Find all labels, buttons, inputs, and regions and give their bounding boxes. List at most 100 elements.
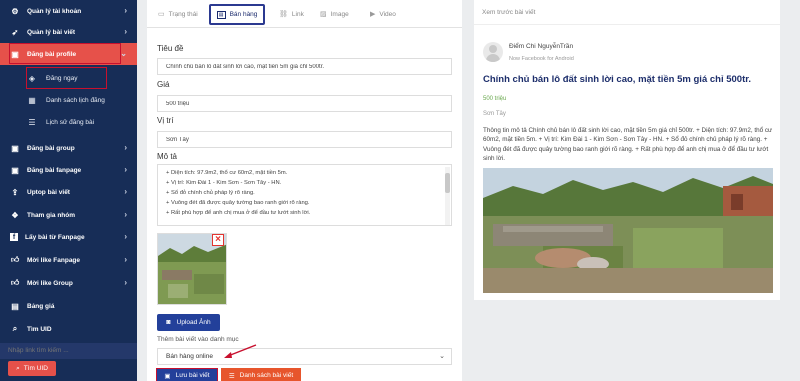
description-line: + Vuông đét đã được quây tường bao ranh … <box>166 200 310 206</box>
chevron-right-icon: › <box>124 6 127 15</box>
sidebar-item-uptop[interactable]: ⇪ Uptop bài viết › <box>0 181 137 203</box>
shop-icon: ▤ <box>216 10 226 19</box>
sidebar-item-account[interactable]: ⚙ Quản lý tài khoản › <box>0 0 137 22</box>
sidebar-sub-outline <box>26 67 107 89</box>
group-icon: ❖ <box>11 210 19 220</box>
sidebar-item-find-uid[interactable]: ⌕ Tìm UID <box>0 318 137 340</box>
preview-location: Sơn Tây <box>483 111 506 117</box>
sidebar-item-posts[interactable]: ➶ Quản lý bài viết › <box>0 21 137 43</box>
tab-label: Bán hàng <box>229 11 258 18</box>
chevron-right-icon: › <box>124 210 127 219</box>
sidebar-active-outline <box>9 43 121 64</box>
tab-label: Link <box>291 10 304 18</box>
annotation-arrow <box>224 344 257 358</box>
location-input[interactable] <box>157 131 452 148</box>
tab-label: Image <box>330 10 349 18</box>
sidebar-sub-schedule[interactable]: ▦ Danh sách lịch đăng <box>0 89 137 111</box>
sidebar-item-invite-group[interactable]: 👍︎ Mời like Group › <box>0 272 137 294</box>
sidebar-sub-label: Danh sách lịch đăng <box>46 96 105 104</box>
title-input[interactable] <box>157 58 452 75</box>
sidebar-item-label: Bảng giá <box>27 302 55 310</box>
sidebar-item-pricing[interactable]: ▤ Bảng giá <box>0 295 137 317</box>
chevron-right-icon: › <box>124 255 127 264</box>
sidebar-item-join-group[interactable]: ❖ Tham gia nhóm › <box>0 204 137 226</box>
camera-icon: ◙ <box>166 319 171 326</box>
location-label: Vị trí <box>157 116 174 125</box>
price-label: Giá <box>157 80 170 89</box>
chevron-down-icon: ⌄ <box>439 353 445 360</box>
chevron-right-icon: › <box>124 143 127 152</box>
preview-header: Xem trước bài viết <box>474 0 780 25</box>
sidebar-item-label: Đăng bài group <box>27 144 75 152</box>
category-select[interactable]: Bán hàng online ⌄ <box>157 348 452 365</box>
tab-link[interactable]: ⛓ Link <box>279 8 304 20</box>
sidebar-item-label: Quản lý tài khoản <box>27 7 82 15</box>
description-line: + Rất phù hợp để anh chị mua ở để đầu tư… <box>166 210 311 216</box>
tab-sales[interactable]: ▤ Bán hàng <box>209 4 265 25</box>
description-label: Mô tả <box>157 152 178 161</box>
calendar-icon: ▣ <box>11 143 19 153</box>
description-line: + Sổ đỏ chính chủ pháp lý rõ ràng. <box>166 190 255 196</box>
chevron-right-icon: › <box>124 278 127 287</box>
upload-icon: ⇪ <box>11 187 19 197</box>
post-list-label: Danh sách bài viết <box>239 372 294 379</box>
preview-photo <box>483 168 773 293</box>
status-icon: ▭ <box>158 11 165 18</box>
chevron-down-icon: ⌄ <box>120 49 127 58</box>
upload-image-label: Upload Ảnh <box>176 319 211 326</box>
sidebar-item-label: Uptop bài viết <box>27 188 70 196</box>
category-selected-value: Bán hàng online <box>166 353 213 360</box>
chevron-right-icon: › <box>124 187 127 196</box>
video-icon: ▶ <box>370 11 376 18</box>
save-post-label: Lưu bài viết <box>175 372 210 379</box>
sidebar-item-fanpage-post[interactable]: ▣ Đăng bài fanpage › <box>0 159 137 181</box>
sidebar-item-label: Tham gia nhóm <box>27 211 76 219</box>
price-table-icon: ▤ <box>11 301 19 311</box>
thumbs-up-icon: 👍︎ <box>10 278 20 287</box>
tab-status[interactable]: ▭ Trạng thái <box>158 8 198 20</box>
find-uid-label: Tìm UID <box>23 365 48 372</box>
gear-icon: ⚙ <box>11 6 19 16</box>
search-input[interactable] <box>0 343 137 359</box>
avatar <box>483 42 503 62</box>
preview-meta: Now Facebook for Android <box>509 56 574 62</box>
preview-description: Thông tin mô tả Chính chủ bán lô đất sin… <box>483 127 773 162</box>
scrollbar-thumb[interactable] <box>445 173 450 193</box>
price-input[interactable] <box>157 95 452 112</box>
calendar-icon: ▣ <box>11 165 19 175</box>
remove-image-button[interactable]: × <box>212 234 224 246</box>
search-icon: ⌕ <box>16 364 20 372</box>
preview-author[interactable]: Điểm Chi NguyễnTrần <box>509 43 573 50</box>
description-textarea[interactable]: + Diện tích: 97.9m2, thổ cư 60m2, mặt ti… <box>157 164 452 226</box>
list-icon: ☰ <box>228 372 235 380</box>
sidebar-sub-label: Lịch sử đăng bài <box>46 118 95 126</box>
calendar-grid-icon: ▦ <box>28 95 36 105</box>
description-line: + Diện tích: 97.9m2, thổ cư 60m2, mặt ti… <box>166 170 288 176</box>
description-line: + Vị trí: Kim Đài 1 - Kim Sơn - Sơn Tây … <box>166 180 282 186</box>
sidebar-item-fanpage-fetch[interactable]: f Lấy bài từ Fanpage › <box>0 226 137 248</box>
list-icon: ☰ <box>28 117 36 127</box>
save-icon: ▣ <box>164 372 171 380</box>
sidebar-item-label: Đăng bài fanpage <box>27 166 82 174</box>
upload-image-button[interactable]: ◙ Upload Ảnh <box>157 314 220 331</box>
save-post-button[interactable]: ▣ Lưu bài viết <box>156 368 218 381</box>
tab-image[interactable]: ▨ Image <box>320 8 349 20</box>
sidebar-item-label: Mời like Group <box>27 279 73 287</box>
preview-price: 500 triệu <box>483 96 507 102</box>
sidebar-item-group-post[interactable]: ▣ Đăng bài group › <box>0 137 137 159</box>
rocket-icon: ➶ <box>11 27 19 37</box>
search-icon: ⌕ <box>12 324 18 333</box>
post-list-button[interactable]: ☰ Danh sách bài viết <box>221 368 301 381</box>
sidebar-item-invite-fanpage[interactable]: 👍︎ Mời like Fanpage › <box>0 249 137 271</box>
link-icon: ⛓ <box>279 11 288 18</box>
image-icon: ▨ <box>320 11 327 18</box>
sidebar-sub-history[interactable]: ☰ Lịch sử đăng bài <box>0 111 137 133</box>
facebook-icon: f <box>10 233 18 241</box>
sidebar-item-label: Mời like Fanpage <box>27 256 81 264</box>
sidebar-item-label: Lấy bài từ Fanpage <box>25 233 85 241</box>
tab-label: Trạng thái <box>168 10 198 18</box>
thumbs-up-icon: 👍︎ <box>10 255 20 264</box>
find-uid-button[interactable]: ⌕ Tìm UID <box>8 361 56 376</box>
chevron-right-icon: › <box>124 232 127 241</box>
tab-video[interactable]: ▶ Video <box>370 8 396 20</box>
